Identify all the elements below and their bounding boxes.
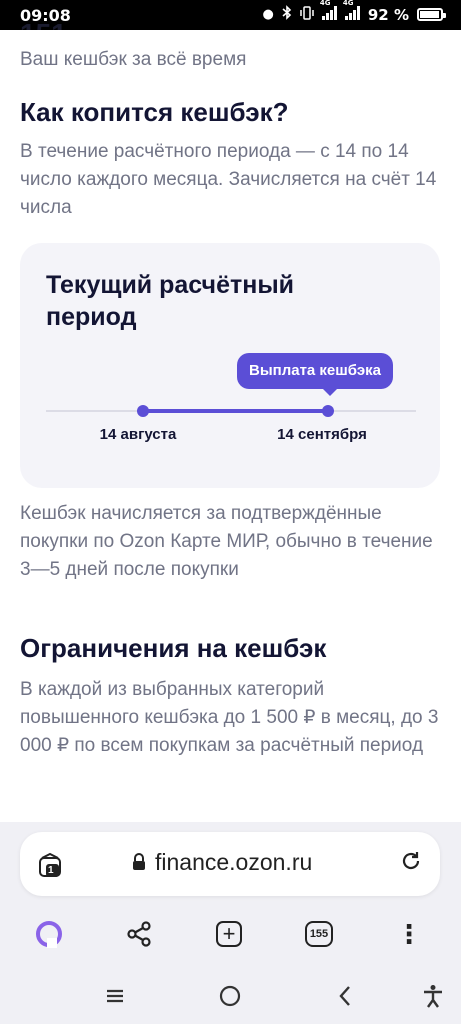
accessibility-icon[interactable] [418, 981, 448, 1011]
more-icon[interactable]: ⋮ [393, 918, 425, 950]
notification-dot-icon: ● [262, 7, 274, 22]
accumulation-heading: Как копится кешбэк? [20, 97, 289, 127]
home-icon[interactable] [215, 981, 245, 1011]
timeline-end-dot [322, 405, 334, 417]
limits-heading: Ограничения на кешбэк [20, 633, 327, 663]
timeline-start-dot [137, 405, 149, 417]
mir-card-text: Кешбэк начисляется за подтверждённые пок… [20, 503, 433, 580]
back-icon[interactable] [330, 981, 360, 1011]
bluetooth-icon [282, 5, 292, 24]
period-card-title: Текущий расчётный период [46, 271, 295, 331]
signal-2-icon: 4G [343, 0, 360, 24]
network-type-1: 4G [319, 0, 331, 7]
browser-toolbar: + 155 ⋮ [0, 908, 461, 958]
limits-text: В каждой из выбранных категорий повышенн… [20, 679, 439, 756]
battery-percent: 92 % [367, 5, 409, 24]
network-type-2: 4G [342, 0, 354, 7]
tab-count-icon[interactable]: 155 [303, 918, 335, 950]
status-icons: ● 4G 4G 92 % [262, 0, 446, 24]
lock-icon [132, 853, 146, 876]
system-nav-bar [0, 967, 461, 1024]
timeline-end-label: 14 сентября [277, 426, 367, 443]
reload-icon[interactable] [400, 850, 422, 879]
status-bar: 09:08 ● 4G 4G 92 % [0, 0, 461, 30]
period-card: Текущий расчётный период Выплата кешбэка… [20, 243, 440, 488]
battery-icon [417, 8, 446, 21]
url-text[interactable]: finance.ozon.ru [155, 849, 312, 876]
tab-count: 155 [305, 921, 333, 947]
tabs-badge: 1 [48, 865, 54, 876]
cashback-total-value: 151 [20, 20, 67, 30]
alice-icon[interactable] [33, 918, 65, 950]
tabs-icon[interactable]: 1 [38, 852, 61, 877]
timeline-active-segment [143, 409, 328, 413]
recents-icon[interactable] [100, 981, 130, 1011]
signal-1-icon: 4G [320, 0, 337, 24]
vibrate-icon [300, 5, 314, 24]
address-bar[interactable]: 1 finance.ozon.ru [20, 832, 440, 896]
share-icon[interactable] [123, 918, 155, 950]
new-tab-icon[interactable]: + [213, 918, 245, 950]
accumulation-text: В течение расчётного периода — с 14 по 1… [20, 141, 437, 218]
cashback-total-caption: Ваш кешбэк за всё время [20, 49, 247, 70]
timeline-start-label: 14 августа [99, 426, 177, 443]
payout-tooltip: Выплата кешбэка [237, 353, 393, 396]
